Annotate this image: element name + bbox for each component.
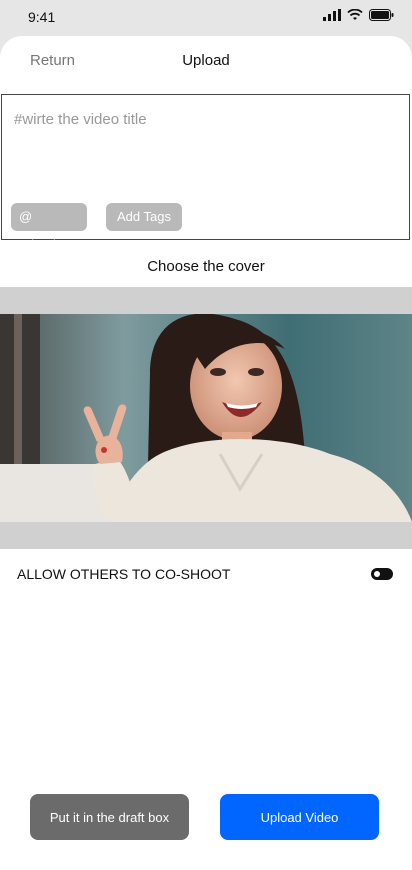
draft-box-button[interactable]: Put it in the draft box [30,794,189,840]
cover-photo-illustration [0,314,412,522]
page-title: Upload [182,52,230,69]
video-title-editor[interactable]: #wirte the video title @ Friends Add Tag… [1,94,410,252]
wifi-icon [347,9,363,20]
cover-image[interactable] [0,314,412,522]
status-icons [323,9,394,21]
toggle-knob [374,571,380,577]
upload-sheet: Return Upload #wirte the video title @ F… [0,36,412,870]
battery-icon [369,9,394,21]
co-shoot-label: ALLOW OTHERS TO CO-SHOOT [17,566,231,582]
cover-picker[interactable] [0,287,412,549]
signal-icon [323,9,341,21]
upload-video-button[interactable]: Upload Video [220,794,379,840]
friends-button[interactable]: @ Friends [11,203,87,252]
choose-cover-label: Choose the cover [147,258,265,275]
co-shoot-toggle[interactable] [371,568,393,580]
status-time: 9:41 [28,9,56,25]
status-bar: 9:41 [0,0,412,36]
video-title-placeholder: #wirte the video title [14,111,147,128]
add-tags-button[interactable]: Add Tags [106,203,182,231]
